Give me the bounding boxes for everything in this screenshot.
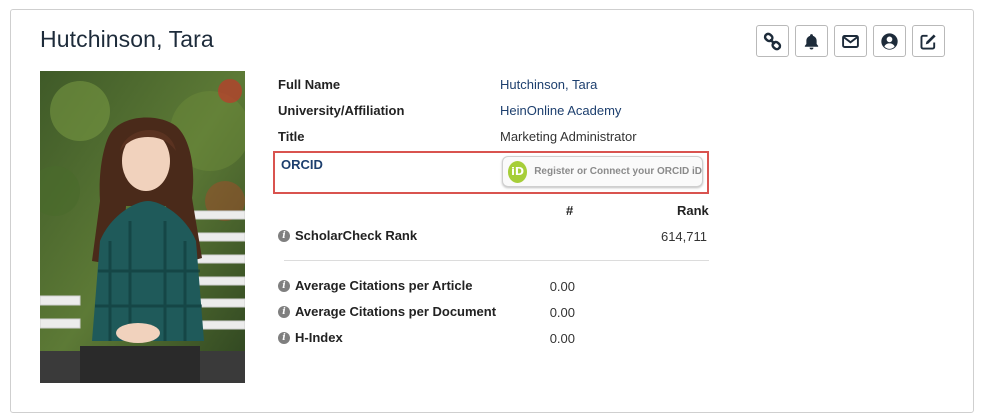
info-icon[interactable]: i [278, 305, 290, 318]
metric-value: 0.00 [549, 279, 575, 294]
edit-icon [920, 33, 936, 49]
column-header-num: # [566, 203, 574, 218]
divider [284, 260, 709, 261]
scholarcheck-rank-row: i ScholarCheck Rank [278, 228, 417, 243]
metric-row: i H-Index [278, 330, 343, 345]
orcid-button-label: Register or Connect your ORCID iD [534, 166, 702, 177]
bell-icon [804, 33, 819, 49]
title-value: Marketing Administrator [500, 129, 637, 144]
metric-value: 0.00 [549, 305, 575, 320]
scholarcheck-rank-label: ScholarCheck Rank [295, 228, 418, 243]
metric-label: H-Index [295, 330, 343, 345]
orcid-highlight: ORCID iD Register or Connect your ORCID … [273, 151, 709, 194]
orcid-icon: iD [508, 160, 528, 183]
metric-label: Average Citations per Document [295, 304, 497, 319]
info-icon[interactable]: i [278, 331, 290, 344]
metric-row: i Average Citations per Document [278, 304, 496, 319]
link-button[interactable] [756, 25, 789, 57]
orcid-label: ORCID [281, 157, 323, 172]
edit-button[interactable] [912, 25, 945, 57]
action-toolbar [756, 25, 945, 57]
metric-label: Average Citations per Article [295, 278, 473, 293]
scholarcheck-rank-value: 614,711 [660, 229, 707, 244]
title-label: Title [278, 129, 305, 144]
alerts-button[interactable] [795, 25, 828, 57]
profile-card: Hutchinson, Tara Full Name Hutchinson, T… [10, 9, 974, 413]
affiliation-link[interactable]: HeinOnline Academy [500, 103, 621, 118]
metric-value: 0.00 [549, 331, 575, 346]
metric-row: i Average Citations per Article [278, 278, 472, 293]
info-icon[interactable]: i [278, 279, 290, 292]
user-circle-icon [881, 32, 898, 50]
full-name-label: Full Name [278, 77, 341, 92]
profile-photo [40, 71, 245, 383]
email-button[interactable] [834, 25, 867, 57]
affiliation-label: University/Affiliation [278, 103, 405, 118]
column-header-rank: Rank [677, 203, 709, 218]
full-name-value: Hutchinson, Tara [500, 77, 598, 92]
profile-button[interactable] [873, 25, 906, 57]
link-icon [763, 32, 782, 50]
envelope-icon [842, 34, 859, 48]
info-icon[interactable]: i [278, 229, 290, 242]
orcid-connect-button[interactable]: iD Register or Connect your ORCID iD [502, 156, 703, 187]
page-title: Hutchinson, Tara [40, 26, 214, 52]
